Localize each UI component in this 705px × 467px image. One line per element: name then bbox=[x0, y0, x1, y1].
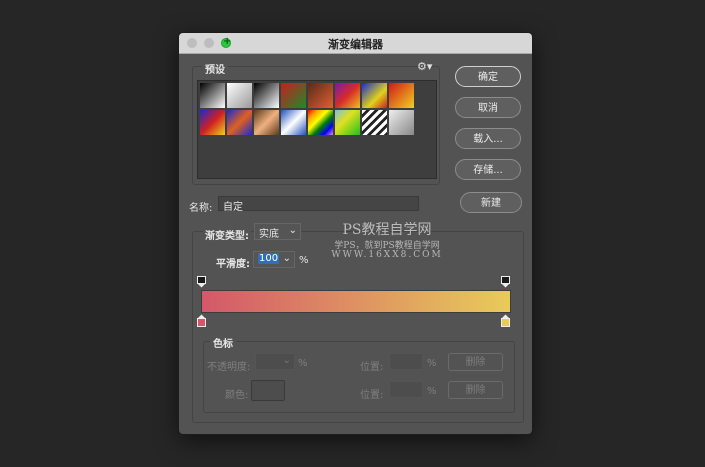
color-stop-left[interactable] bbox=[197, 314, 206, 327]
name-input[interactable]: 自定 bbox=[218, 196, 419, 213]
preset-swatch[interactable] bbox=[308, 110, 333, 135]
color-stops-group bbox=[203, 341, 515, 413]
location-unit-opacity: % bbox=[427, 358, 437, 369]
gradient-type-label: 渐变类型: bbox=[203, 227, 251, 242]
chevron-down-icon: ⌄ bbox=[282, 253, 291, 264]
presets-label: 预设 bbox=[202, 61, 228, 76]
gear-icon[interactable]: ⚙▾ bbox=[417, 60, 432, 73]
preset-swatch[interactable] bbox=[200, 110, 225, 135]
preset-swatch[interactable] bbox=[389, 83, 414, 108]
opacity-input[interactable]: ⌄ bbox=[255, 353, 295, 370]
ok-button[interactable]: 确定 bbox=[455, 66, 521, 87]
load-button[interactable]: 载入... bbox=[455, 128, 521, 149]
location-input-opacity[interactable] bbox=[389, 353, 423, 370]
preset-swatch[interactable] bbox=[335, 83, 360, 108]
save-button[interactable]: 存储... bbox=[455, 159, 521, 180]
opacity-label: 不透明度: bbox=[207, 362, 251, 373]
preset-swatch[interactable] bbox=[362, 83, 387, 108]
preset-swatch[interactable] bbox=[254, 110, 279, 135]
smoothness-input[interactable]: 100 ⌄ bbox=[253, 251, 295, 268]
smoothness-unit: % bbox=[299, 255, 309, 266]
preset-swatch[interactable] bbox=[362, 110, 387, 135]
location-label-opacity: 位置: bbox=[360, 362, 384, 373]
preset-swatch[interactable] bbox=[200, 83, 225, 108]
name-label: 名称: bbox=[189, 203, 213, 214]
color-stops-label: 色标 bbox=[210, 335, 236, 350]
dialog-title: 渐变编辑器 bbox=[328, 38, 383, 51]
gradient-type-value: 实底 bbox=[259, 229, 279, 240]
opacity-stop-right[interactable] bbox=[501, 276, 510, 288]
preset-swatch[interactable] bbox=[227, 83, 252, 108]
preset-swatch-list bbox=[197, 80, 437, 179]
watermark-title: PS教程自学网 bbox=[342, 222, 432, 238]
color-stop-right[interactable] bbox=[501, 314, 510, 327]
preset-swatch[interactable] bbox=[281, 110, 306, 135]
watermark-url: WWW.16XX8.COM bbox=[331, 250, 443, 260]
gradient-type-select[interactable]: 实底 ⌄ bbox=[254, 223, 301, 240]
chevron-down-icon: ⌄ bbox=[282, 355, 291, 366]
preset-swatch[interactable] bbox=[281, 83, 306, 108]
preset-swatch[interactable] bbox=[254, 83, 279, 108]
color-swatch-picker[interactable] bbox=[251, 380, 285, 401]
gradient-editor-dialog: + 渐变编辑器 预设 ⚙▾ 确定 取消 载入... 存储... 新建 名称: 自… bbox=[179, 33, 532, 434]
gradient-preview-bar[interactable] bbox=[201, 290, 511, 313]
location-label-color: 位置: bbox=[360, 390, 384, 401]
opacity-unit: % bbox=[298, 358, 308, 369]
delete-color-stop-button[interactable]: 删除 bbox=[448, 381, 503, 399]
preset-swatch[interactable] bbox=[335, 110, 360, 135]
color-label: 颜色: bbox=[225, 390, 249, 401]
chevron-down-icon: ⌄ bbox=[288, 225, 297, 236]
preset-swatch[interactable] bbox=[389, 110, 414, 135]
delete-opacity-stop-button[interactable]: 删除 bbox=[448, 353, 503, 371]
smoothness-label: 平滑度: bbox=[216, 259, 250, 270]
new-button[interactable]: 新建 bbox=[460, 192, 522, 213]
location-unit-color: % bbox=[427, 386, 437, 397]
location-input-color[interactable] bbox=[389, 381, 423, 398]
cancel-button[interactable]: 取消 bbox=[455, 97, 521, 118]
preset-swatch[interactable] bbox=[227, 110, 252, 135]
title-bar: + 渐变编辑器 bbox=[179, 33, 532, 54]
opacity-stop-left[interactable] bbox=[197, 276, 206, 288]
smoothness-value: 100 bbox=[258, 253, 280, 264]
preset-swatch[interactable] bbox=[308, 83, 333, 108]
